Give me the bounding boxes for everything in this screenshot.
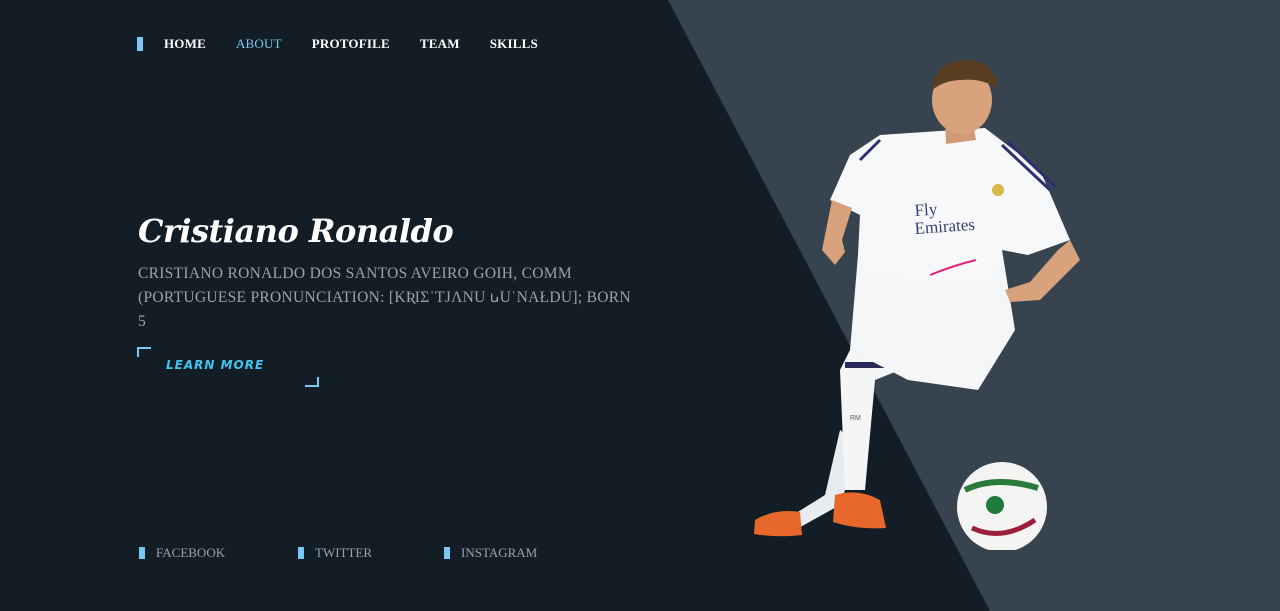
corner-bracket-icon: [137, 347, 151, 357]
social-facebook[interactable]: FACEBOOK: [139, 545, 225, 561]
nav-about[interactable]: ABOUT: [236, 36, 282, 52]
learn-more-button[interactable]: LEARN MORE: [137, 347, 319, 387]
svg-text:RM: RM: [850, 415, 861, 422]
nav-skills[interactable]: SKILLS: [490, 36, 538, 52]
learn-more-label: LEARN MORE: [166, 358, 265, 372]
social-instagram-label: INSTAGRAM: [461, 545, 538, 560]
hero-description: CRISTIANO RONALDO DOS SANTOS AVEIRO GOIH…: [138, 265, 631, 330]
bar-marker-icon: [298, 547, 304, 559]
main-nav: HOME ABOUT PROTOFILE TEAM SKILLS: [137, 36, 568, 52]
nav-marker-icon: [137, 37, 143, 51]
social-twitter-label: TWITTER: [315, 545, 373, 560]
social-links: FACEBOOK TWITTER INSTAGRAM: [139, 545, 599, 561]
nav-protofile[interactable]: PROTOFILE: [312, 36, 390, 52]
social-instagram[interactable]: INSTAGRAM: [444, 545, 537, 561]
player-image: Fly Emirates RM: [754, 60, 1080, 550]
bar-marker-icon: [139, 547, 145, 559]
social-twitter[interactable]: TWITTER: [298, 545, 372, 561]
social-facebook-label: FACEBOOK: [156, 545, 226, 560]
hero-title: Cristiano Ronaldo: [138, 212, 454, 250]
nav-team[interactable]: TEAM: [420, 36, 460, 52]
bar-marker-icon: [444, 547, 450, 559]
nav-home[interactable]: HOME: [164, 36, 206, 52]
page: HOME ABOUT PROTOFILE TEAM SKILLS Cristia…: [0, 0, 1280, 611]
corner-bracket-icon: [305, 377, 319, 387]
